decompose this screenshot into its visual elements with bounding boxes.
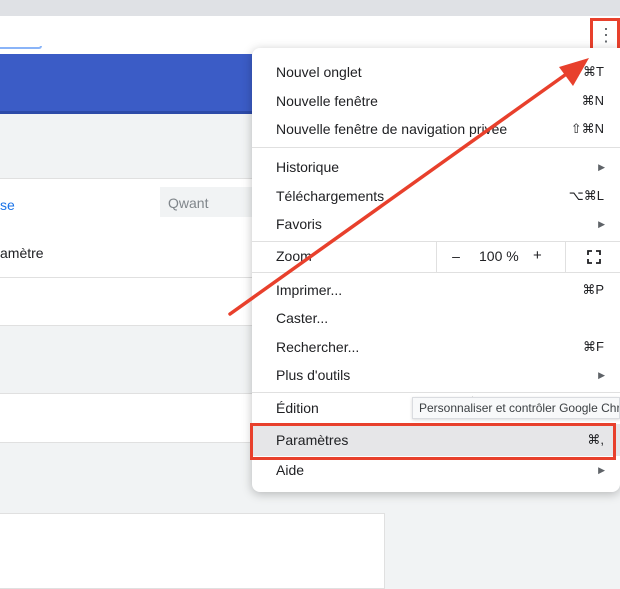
shortcut-label: ⌘T (583, 64, 604, 79)
chevron-right-icon: ▶ (598, 369, 605, 380)
zoom-out-button[interactable]: – (449, 248, 463, 264)
search-engine-link[interactable]: se (0, 197, 15, 213)
menu-separator (252, 147, 620, 148)
menu-item-label: Favoris (276, 216, 322, 232)
shortcut-label: ⌘F (583, 339, 604, 354)
menu-item-more-tools[interactable]: Plus d'outils ▶ (252, 361, 620, 389)
edit-label: Édition (276, 400, 319, 416)
zoom-level: 100 % (479, 248, 519, 264)
menu-item-label: Rechercher... (276, 339, 360, 355)
zoom-in-button[interactable]: + (533, 247, 542, 264)
menu-item-label: Historique (276, 159, 340, 175)
menu-item-label: Nouvelle fenêtre de navigation privée (276, 121, 508, 137)
menu-item-new-incognito-window[interactable]: Nouvelle fenêtre de navigation privée ⇧⌘… (252, 115, 620, 143)
menu-item-history[interactable]: Historique ▶ (252, 153, 620, 181)
menu-item-label: Nouvelle fenêtre (276, 93, 378, 109)
menu-item-label: Plus d'outils (276, 367, 351, 383)
chevron-right-icon: ▶ (598, 218, 605, 229)
settings-card: se Qwant amètre (0, 178, 252, 326)
shortcut-label: ⌘P (582, 282, 604, 297)
zoom-label: Zoom (276, 248, 312, 264)
menu-separator (252, 272, 620, 273)
menu-item-find[interactable]: Rechercher... ⌘F (252, 333, 620, 361)
menu-item-print[interactable]: Imprimer... ⌘P (252, 276, 620, 304)
menu-item-label: Aide (276, 462, 305, 478)
shortcut-label: ⇧⌘N (570, 121, 604, 136)
menu-item-label: Imprimer... (276, 282, 343, 298)
card-divider (0, 277, 252, 278)
menu-item-bookmarks[interactable]: Favoris ▶ (252, 210, 620, 238)
fullscreen-button[interactable] (565, 242, 620, 272)
tooltip: Personnaliser et contrôler Google Chrome (412, 397, 620, 419)
menu-item-cast[interactable]: Caster... (252, 304, 620, 332)
annotation-box-settings (250, 423, 616, 460)
fullscreen-icon (586, 250, 601, 264)
zoom-row: Zoom – 100 % + (252, 242, 620, 272)
page-banner (0, 54, 252, 114)
tab-strip (0, 0, 620, 16)
zoom-controls: – 100 % + (436, 242, 620, 272)
shortcut-label: ⌥⌘L (568, 188, 604, 203)
search-engine-select[interactable]: Qwant (160, 187, 252, 217)
settings-card-2 (0, 393, 252, 443)
annotation-box-menu-button (590, 18, 620, 52)
menu-item-help[interactable]: Aide ▶ (252, 456, 620, 484)
menu-item-downloads[interactable]: Téléchargements ⌥⌘L (252, 182, 620, 210)
menu-item-new-window[interactable]: Nouvelle fenêtre ⌘N (252, 87, 620, 115)
menu-item-new-tab[interactable]: Nouvel onglet ⌘T (252, 58, 620, 86)
menu-item-label: Caster... (276, 310, 329, 326)
menu-item-label: Nouvel onglet (276, 64, 362, 80)
settings-card-3 (0, 513, 385, 589)
chevron-right-icon: ▶ (598, 464, 605, 475)
chevron-right-icon: ▶ (598, 161, 605, 172)
shortcut-label: ⌘N (581, 93, 604, 108)
settings-row-label: amètre (0, 245, 44, 261)
omnibox[interactable] (0, 46, 42, 49)
